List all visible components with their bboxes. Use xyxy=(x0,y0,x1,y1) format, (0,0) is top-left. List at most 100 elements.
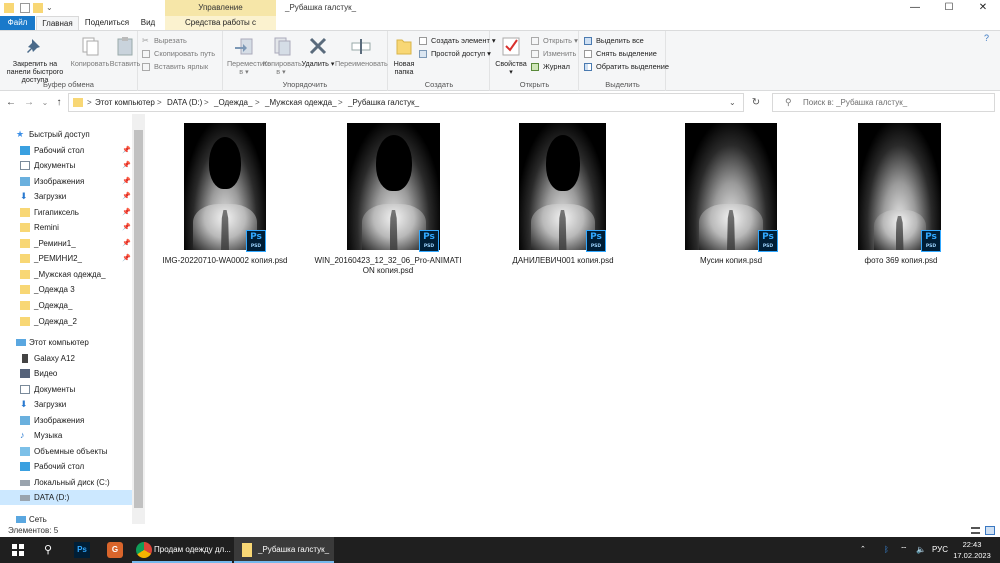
paste-button[interactable]: Вставить xyxy=(108,35,142,68)
sidebar-item-gigapixel[interactable]: Гигапиксель 📌 xyxy=(0,205,132,220)
forward-button[interactable]: → xyxy=(22,96,36,110)
close-button[interactable]: ✕ xyxy=(966,0,1000,16)
up-button[interactable]: ↑ xyxy=(52,96,66,110)
pin-icon[interactable]: 📌 xyxy=(122,143,131,158)
ps-badge-text: Ps xyxy=(925,232,937,242)
breadcrumb-shirt-tie[interactable]: _Рубашка галстук_ xyxy=(348,94,419,111)
taskbar-app-explorer[interactable]: _Рубашка галстук_ xyxy=(234,537,334,563)
edit-button[interactable]: Изменить xyxy=(531,47,576,60)
tab-picture-tools[interactable]: Средства работы с рисунками xyxy=(165,16,276,41)
copy-path-button[interactable]: Скопировать путь xyxy=(142,47,215,60)
new-item-button[interactable]: Создать элемент ▾ xyxy=(419,34,496,47)
chevron-down-icon[interactable]: ⌄ xyxy=(46,3,56,13)
select-none-button[interactable]: Снять выделение xyxy=(584,47,657,60)
refresh-button[interactable]: ↻ xyxy=(748,94,764,111)
windows-start-icon[interactable] xyxy=(10,542,26,558)
sidebar-item-data-d[interactable]: DATA (D:) xyxy=(0,490,132,505)
search-icon[interactable]: ⚲ xyxy=(40,542,56,558)
show-hidden-icons-icon[interactable]: ⌃ xyxy=(860,537,866,563)
sidebar-item-label: _Мужская одежда_ xyxy=(34,270,106,279)
sidebar-item-downloads[interactable]: ⬇ Загрузки 📌 xyxy=(0,189,132,204)
pin-icon[interactable]: 📌 xyxy=(122,174,131,189)
copy-button[interactable]: Копировать xyxy=(70,35,110,68)
sidebar-item-documents[interactable]: Документы 📌 xyxy=(0,158,132,173)
pin-icon[interactable]: 📌 xyxy=(122,220,131,235)
pin-icon[interactable]: 📌 xyxy=(122,236,131,251)
tab-home[interactable]: Главная xyxy=(36,16,79,30)
cut-button[interactable]: ✂ Вырезать xyxy=(142,34,187,47)
copy-to-button[interactable]: Копировать в ▾ xyxy=(263,35,302,76)
bluetooth-icon[interactable]: ᛒ xyxy=(884,537,889,563)
properties-button[interactable]: Свойства ▾ xyxy=(495,35,527,76)
rename-button[interactable]: Переименовать xyxy=(335,35,388,68)
tab-view[interactable]: Вид xyxy=(134,16,162,30)
sidebar-item-video[interactable]: Видео xyxy=(0,366,132,381)
breadcrumb-this-pc[interactable]: Этот компьютер xyxy=(95,94,155,111)
sidebar-item-quick-access[interactable]: ★ Быстрый доступ xyxy=(0,127,132,142)
language-indicator[interactable]: РУС xyxy=(932,537,948,563)
sidebar-item-this-pc[interactable]: Этот компьютер xyxy=(0,335,132,350)
pin-icon[interactable]: 📌 xyxy=(122,189,131,204)
sidebar-item-local-disk-c[interactable]: Локальный диск (C:) xyxy=(0,475,132,490)
help-icon[interactable]: ? xyxy=(984,33,989,43)
pin-icon[interactable]: 📌 xyxy=(122,205,131,220)
volume-icon[interactable]: 🔈 xyxy=(916,537,926,563)
pin-quick-access-button[interactable]: Закрепить на панели быстрого доступа xyxy=(2,35,68,84)
sidebar-item-remini1[interactable]: _Ремини1_ 📌 xyxy=(0,236,132,251)
recent-locations-button[interactable]: ⌄ xyxy=(38,96,52,110)
large-icons-view-icon[interactable] xyxy=(985,526,995,535)
properties-icon[interactable] xyxy=(20,3,30,13)
scissors-icon: ✂ xyxy=(142,36,149,45)
sidebar-item-clothes2[interactable]: _Одежда_2 xyxy=(0,314,132,329)
select-all-button[interactable]: Выделить все xyxy=(584,34,644,47)
sidebar-item-3d-objects[interactable]: Объемные объекты xyxy=(0,444,132,459)
paste-shortcut-button[interactable]: Вставить ярлык xyxy=(142,60,208,73)
sidebar-item-clothes[interactable]: _Одежда_ xyxy=(0,298,132,313)
sidebar-item-pc-downloads[interactable]: ⬇ Загрузки xyxy=(0,397,132,412)
breadcrumb-clothes[interactable]: _Одежда_ xyxy=(214,94,252,111)
sidebar-item-music[interactable]: ♪ Музыка xyxy=(0,428,132,443)
navigation-pane: ★ Быстрый доступ Рабочий стол 📌 Документы… xyxy=(0,114,145,524)
breadcrumb-data-drive[interactable]: DATA (D:) xyxy=(167,94,202,111)
sidebar-item-remini[interactable]: Remini 📌 xyxy=(0,220,132,235)
sidebar-item-remini2[interactable]: _РЕМИНИ2_ 📌 xyxy=(0,251,132,266)
sidebar-item-clothes3[interactable]: _Одежда 3 xyxy=(0,282,132,297)
sidebar-item-pc-documents[interactable]: Документы xyxy=(0,382,132,397)
wifi-icon[interactable]: ⌔ xyxy=(900,537,908,563)
new-folder-icon[interactable] xyxy=(33,3,43,13)
details-view-icon[interactable] xyxy=(971,527,980,534)
tab-share[interactable]: Поделиться xyxy=(83,16,131,30)
app-g-icon[interactable]: G xyxy=(107,542,123,558)
psd-badge-text: PSD xyxy=(762,244,774,249)
easy-access-button[interactable]: Простой доступ ▾ xyxy=(419,47,491,60)
tab-file[interactable]: Файл xyxy=(0,16,35,30)
sidebar-item-pictures[interactable]: Изображения 📌 xyxy=(0,174,132,189)
address-bar[interactable]: > Этот компьютер > DATA (D:) > _Одежда_ … xyxy=(68,93,744,112)
sidebar-item-desktop[interactable]: Рабочий стол 📌 xyxy=(0,143,132,158)
taskbar-app-chrome[interactable]: Продам одежду дл... xyxy=(132,537,232,563)
new-folder-button[interactable]: Новая папка xyxy=(391,35,417,76)
sidebar-item-galaxy-a12[interactable]: Galaxy A12 xyxy=(0,351,132,366)
breadcrumb-separator: > xyxy=(157,98,162,107)
sidebar-item-mens-clothes[interactable]: _Мужская одежда_ xyxy=(0,267,132,282)
delete-button[interactable]: Удалить ▾ xyxy=(301,35,335,68)
back-button[interactable]: ← xyxy=(4,96,18,110)
sidebar-scrollbar-thumb[interactable] xyxy=(134,130,143,508)
clock[interactable]: 22:43 17.02.2023 xyxy=(950,539,994,561)
ps-badge-text: Ps xyxy=(250,232,262,242)
history-button[interactable]: Журнал xyxy=(531,60,570,73)
pin-icon[interactable]: 📌 xyxy=(122,158,131,173)
invert-selection-button[interactable]: Обратить выделение xyxy=(584,60,669,73)
sidebar-item-network[interactable]: Сеть xyxy=(0,512,132,524)
sidebar-item-pc-desktop[interactable]: Рабочий стол xyxy=(0,459,132,474)
breadcrumb-mens-clothes[interactable]: _Мужская одежда_ xyxy=(265,94,337,111)
search-input[interactable]: ⚲ Поиск в: _Рубашка галстук_ xyxy=(772,93,995,112)
open-button[interactable]: Открыть ▾ xyxy=(531,34,578,47)
pin-icon[interactable]: 📌 xyxy=(122,251,131,266)
maximize-button[interactable]: ☐ xyxy=(932,0,966,16)
sidebar-item-pc-pictures[interactable]: Изображения xyxy=(0,413,132,428)
move-to-button[interactable]: Переместить в ▾ xyxy=(227,35,271,76)
photoshop-icon[interactable]: Ps xyxy=(74,542,90,558)
chevron-down-icon[interactable]: ⌄ xyxy=(729,94,736,111)
minimize-button[interactable]: — xyxy=(898,0,932,16)
